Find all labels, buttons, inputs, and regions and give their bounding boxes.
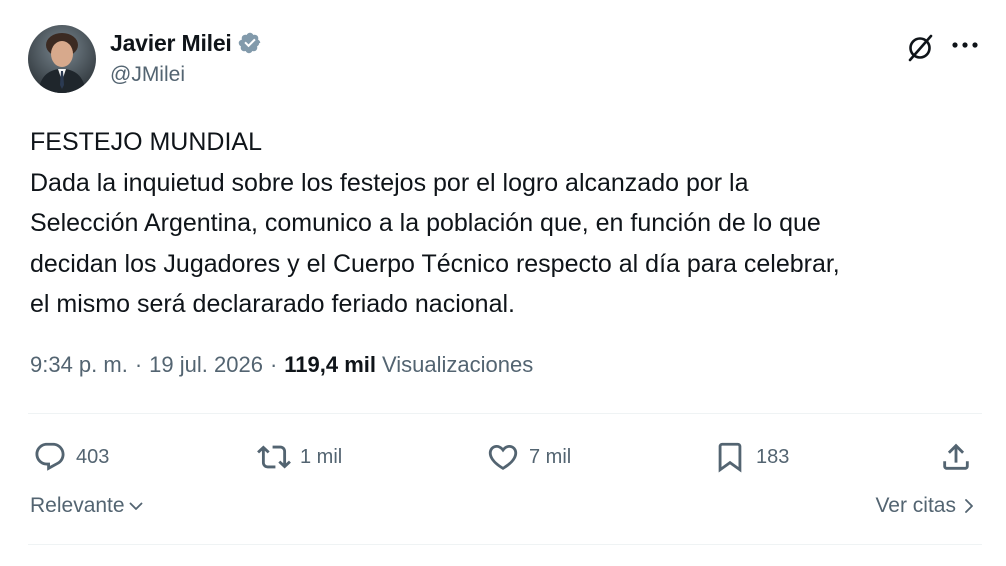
author-name-row[interactable]: Javier Milei — [110, 28, 262, 58]
views-count[interactable]: 119,4 mil — [284, 352, 376, 378]
more-options-icon[interactable] — [948, 30, 982, 60]
reply-count: 403 — [76, 445, 110, 468]
action-bar: 403 1 mil 7 mil 183 — [30, 435, 980, 479]
heart-icon — [485, 439, 521, 475]
share-button[interactable] — [938, 435, 974, 479]
divider — [28, 544, 982, 545]
repost-button[interactable]: 1 mil — [256, 435, 342, 479]
bookmark-button[interactable]: 183 — [712, 435, 789, 479]
meta-separator: · — [269, 352, 278, 377]
divider — [28, 413, 982, 414]
author-handle[interactable]: @JMilei — [110, 63, 185, 87]
tweet-date[interactable]: 19 jul. 2026 — [149, 352, 263, 378]
verified-badge-icon[interactable] — [238, 31, 262, 55]
avatar[interactable] — [28, 25, 96, 93]
meta-separator: · — [134, 352, 143, 377]
view-quotes-link[interactable]: Ver citas — [875, 494, 976, 518]
tweet-text-line: decidan los Jugadores y el Cuerpo Técnic… — [30, 249, 840, 278]
tweet-text-line: el mismo será declararado feriado nacion… — [30, 290, 515, 318]
chevron-right-icon — [962, 497, 976, 515]
author-name[interactable]: Javier Milei — [110, 30, 232, 57]
tweet-card: Javier Milei @JMilei FESTEJO MUNDIAL Dad… — [0, 0, 1006, 566]
repost-count: 1 mil — [300, 445, 343, 468]
tweet-meta: 9:34 p. m. · 19 jul. 2026 · 119,4 mil Vi… — [30, 352, 533, 378]
views-label[interactable]: Visualizaciones — [382, 352, 533, 378]
like-button[interactable]: 7 mil — [485, 435, 571, 479]
chevron-down-icon — [128, 498, 144, 514]
sort-label: Relevante — [30, 494, 125, 517]
reply-button[interactable]: 403 — [32, 435, 109, 479]
like-count: 7 mil — [529, 445, 572, 468]
tweet-text: FESTEJO MUNDIAL Dada la inquietud sobre … — [30, 122, 980, 325]
tweet-text-line: Dada la inquietud sobre los festejos por… — [30, 168, 749, 197]
profile-photo-icon — [28, 25, 96, 93]
tweet-text-line: Selección Argentina, comunico a la pobla… — [30, 209, 821, 237]
sort-dropdown[interactable]: Relevante — [30, 494, 144, 518]
tweet-title: FESTEJO MUNDIAL — [30, 128, 262, 156]
repost-icon — [256, 439, 292, 475]
view-quotes-label: Ver citas — [875, 494, 956, 517]
bookmark-icon — [712, 439, 748, 475]
bookmark-count: 183 — [756, 445, 790, 468]
tweet-time[interactable]: 9:34 p. m. — [30, 352, 128, 378]
share-icon — [938, 439, 974, 475]
reply-icon — [32, 439, 68, 475]
grok-icon[interactable] — [904, 32, 936, 64]
